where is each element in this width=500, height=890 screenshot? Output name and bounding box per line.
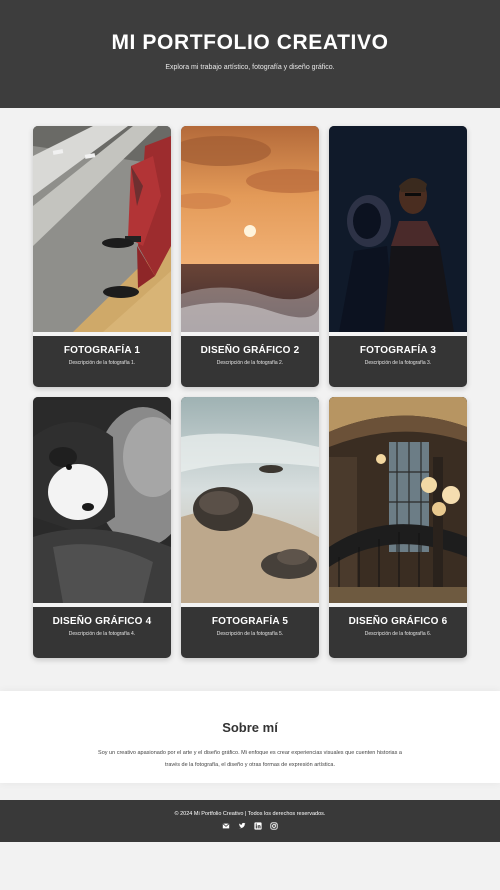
portfolio-card[interactable]: DISEÑO GRÁFICO 2 Descripción de la fotog… [181, 126, 319, 387]
street-legs-photo [33, 126, 171, 332]
card-caption: FOTOGRAFÍA 3 Descripción de la fotografí… [329, 336, 467, 387]
portfolio-card[interactable]: FOTOGRAFÍA 1 Descripción de la fotografí… [33, 126, 171, 387]
card-description: Descripción de la fotografía 4. [68, 631, 136, 637]
portfolio-gallery: FOTOGRAFÍA 1 Descripción de la fotografí… [0, 108, 500, 691]
puppy-person-photo [33, 397, 171, 603]
card-title: DISEÑO GRÁFICO 2 [200, 345, 300, 356]
card-caption: FOTOGRAFÍA 5 Descripción de la fotografí… [181, 607, 319, 658]
page-header: MI PORTFOLIO CREATIVO Explora mi trabajo… [0, 0, 500, 108]
beach-rocks-photo [181, 397, 319, 603]
card-description: Descripción de la fotografía 3. [364, 360, 432, 366]
card-caption: DISEÑO GRÁFICO 4 Descripción de la fotog… [33, 607, 171, 658]
card-description: Descripción de la fotografía 5. [216, 631, 284, 637]
card-title: DISEÑO GRÁFICO 6 [348, 616, 448, 627]
card-caption: FOTOGRAFÍA 1 Descripción de la fotografí… [33, 336, 171, 387]
envelope-icon[interactable] [222, 822, 230, 830]
staircase-lamps-photo [329, 397, 467, 603]
portfolio-card[interactable]: FOTOGRAFÍA 5 Descripción de la fotografí… [181, 397, 319, 658]
social-links [0, 822, 500, 830]
card-caption: DISEÑO GRÁFICO 6 Descripción de la fotog… [329, 607, 467, 658]
about-section: Sobre mí Soy un creativo apasionado por … [0, 691, 500, 783]
card-caption: DISEÑO GRÁFICO 2 Descripción de la fotog… [181, 336, 319, 387]
linkedin-icon[interactable] [254, 822, 262, 830]
page-subtitle: Explora mi trabajo artístico, fotografía… [165, 64, 335, 71]
sunset-sea-photo [181, 126, 319, 332]
card-title: DISEÑO GRÁFICO 4 [52, 616, 152, 627]
portfolio-card[interactable]: DISEÑO GRÁFICO 6 Descripción de la fotog… [329, 397, 467, 658]
portfolio-card[interactable]: FOTOGRAFÍA 3 Descripción de la fotografí… [329, 126, 467, 387]
card-title: FOTOGRAFÍA 3 [359, 345, 437, 356]
twitter-icon[interactable] [238, 822, 246, 830]
man-shadow-photo [329, 126, 467, 332]
card-title: FOTOGRAFÍA 1 [63, 345, 141, 356]
portfolio-card[interactable]: DISEÑO GRÁFICO 4 Descripción de la fotog… [33, 397, 171, 658]
card-title: FOTOGRAFÍA 5 [211, 616, 289, 627]
card-description: Descripción de la fotografía 6. [364, 631, 432, 637]
card-description: Descripción de la fotografía 1. [68, 360, 136, 366]
about-text: Soy un creativo apasionado por el arte y… [98, 750, 402, 768]
footer-copyright: © 2024 Mi Portfolio Creativo | Todos los… [174, 811, 326, 817]
about-title: Sobre mí [222, 720, 278, 735]
page-title: MI PORTFOLIO CREATIVO [111, 31, 389, 54]
card-description: Descripción de la fotografía 2. [216, 360, 284, 366]
instagram-icon[interactable] [270, 822, 278, 830]
page-footer: © 2024 Mi Portfolio Creativo | Todos los… [0, 800, 500, 842]
